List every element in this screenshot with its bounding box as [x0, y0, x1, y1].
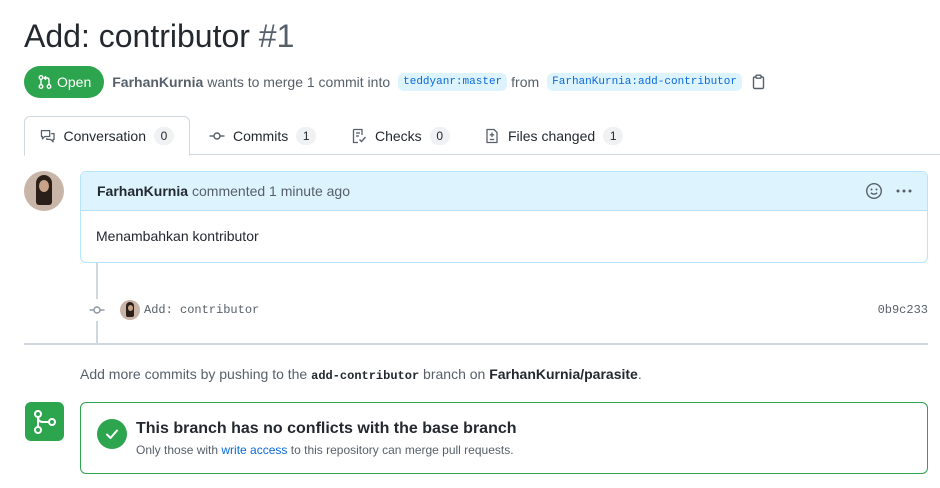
tab-counter: 1	[603, 126, 624, 145]
tab-files-changed[interactable]: Files changed 1	[469, 116, 638, 155]
commit-avatar[interactable]	[120, 300, 140, 320]
state-badge: Open	[24, 66, 105, 98]
copy-icon[interactable]	[752, 74, 766, 90]
push-note: Add more commits by pushing to the add-c…	[80, 366, 642, 383]
write-access-link[interactable]: write access	[221, 443, 287, 457]
timeline-divider	[24, 343, 928, 345]
pr-meta: Open FarhanKurnia wants to merge 1 commi…	[24, 66, 766, 98]
push-note-branch: add-contributor	[311, 369, 420, 383]
git-pull-request-icon	[38, 75, 52, 89]
git-merge-icon	[25, 402, 64, 441]
head-branch[interactable]: FarhanKurnia:add-contributor	[547, 73, 742, 91]
tab-conversation[interactable]: Conversation 0	[24, 116, 190, 156]
comment-discussion-icon	[40, 130, 55, 143]
push-note-repo-link[interactable]: FarhanKurnia/parasite	[489, 366, 638, 382]
git-commit-icon	[86, 299, 108, 321]
commit-row: Add: contributor 0b9c233	[86, 298, 928, 322]
kebab-horizontal-icon[interactable]	[895, 182, 913, 200]
push-note-prefix: Add more commits by pushing to the	[80, 366, 308, 382]
comment-header: FarhanKurnia commented 1 minute ago	[81, 172, 927, 211]
tab-counter: 1	[296, 126, 317, 145]
tab-counter: 0	[429, 126, 450, 145]
file-diff-icon	[486, 128, 498, 143]
comment-actions	[853, 182, 913, 200]
from-text: from	[511, 74, 540, 90]
git-commit-icon	[209, 131, 225, 140]
merge-text: wants to merge 1 commit into	[207, 74, 391, 90]
pr-title-text: Add: contributor	[24, 18, 250, 54]
pr-tabs: Conversation 0 Commits 1 Checks 0 Files …	[24, 116, 940, 156]
tab-counter: 0	[154, 127, 174, 145]
comment-box: FarhanKurnia commented 1 minute ago Mena…	[80, 171, 928, 263]
comment-meta[interactable]: commented 1 minute ago	[192, 183, 350, 199]
merge-status-title: This branch has no conflicts with the ba…	[136, 420, 517, 437]
merge-status-box: This branch has no conflicts with the ba…	[80, 402, 928, 474]
tab-label: Commits	[233, 127, 289, 144]
merge-sub-suffix: to this repository can merge pull reques…	[290, 443, 514, 457]
check-circle-icon	[97, 419, 127, 449]
merge-sub-prefix: Only those with	[136, 443, 219, 457]
base-branch[interactable]: teddyanr:master	[398, 73, 508, 91]
pr-number: #1	[258, 18, 295, 54]
pr-title: Add: contributor #1	[24, 18, 294, 55]
push-note-middle: branch on	[423, 366, 486, 382]
state-label: Open	[57, 74, 92, 90]
pr-author-link[interactable]: FarhanKurnia	[112, 74, 203, 90]
merge-status-subtitle: Only those with write access to this rep…	[136, 443, 514, 457]
comment-body: Menambahkan kontributor	[96, 228, 259, 244]
tab-label: Conversation	[63, 128, 147, 144]
push-note-suffix: .	[637, 366, 642, 382]
checklist-icon	[352, 128, 367, 143]
comment-author-link[interactable]: FarhanKurnia	[97, 183, 188, 199]
tab-commits[interactable]: Commits 1	[194, 116, 331, 155]
smiley-icon[interactable]	[865, 182, 883, 200]
tab-label: Files changed	[508, 127, 596, 144]
tab-checks[interactable]: Checks 0	[336, 116, 465, 155]
avatar[interactable]	[24, 171, 64, 211]
tab-label: Checks	[375, 127, 422, 144]
commit-message-link[interactable]: Add: contributor	[144, 303, 259, 317]
commit-sha-link[interactable]: 0b9c233	[878, 303, 928, 317]
